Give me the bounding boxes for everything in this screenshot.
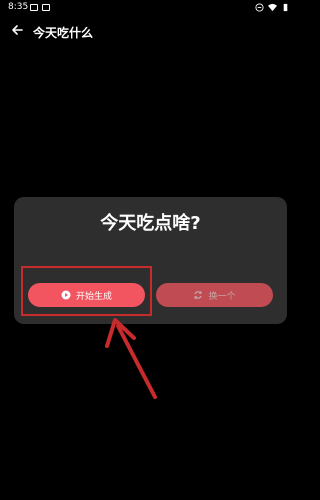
app-bar: 今天吃什么 (0, 18, 300, 44)
wifi-icon (268, 3, 277, 12)
page-title: 今天吃什么 (33, 26, 94, 40)
battery-icon (283, 3, 288, 12)
download-icon (42, 4, 50, 11)
swap-label: 换一个 (208, 291, 236, 302)
status-time: 8:35 (8, 2, 29, 12)
arrow-left-icon[interactable] (9, 22, 25, 38)
annotation-highlight-box (21, 266, 152, 316)
image-icon (30, 4, 38, 11)
minus-circle-icon (255, 3, 264, 12)
swap-button[interactable]: 换一个 (156, 283, 273, 307)
dialog-title: 今天吃点啥? (100, 213, 201, 234)
status-bar: 8:35 (0, 0, 300, 16)
refresh-icon (194, 291, 203, 299)
